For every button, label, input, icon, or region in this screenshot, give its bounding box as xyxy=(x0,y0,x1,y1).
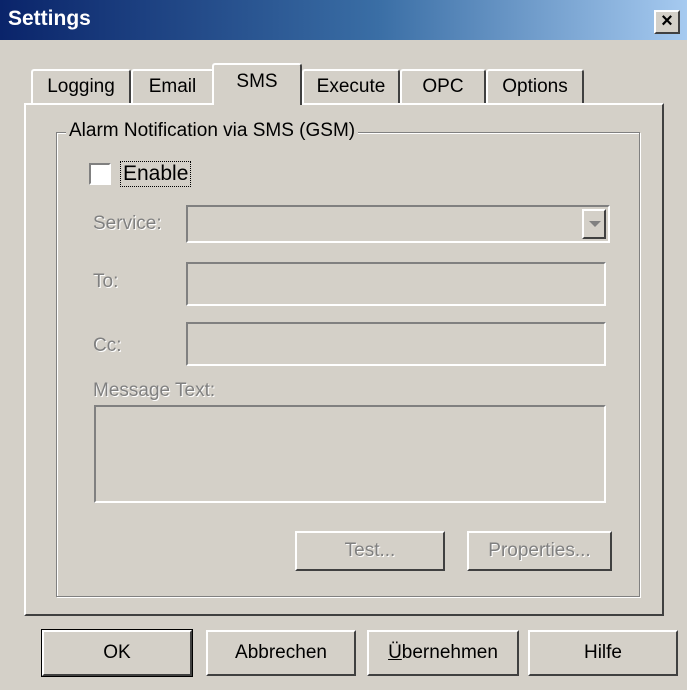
tab-sms[interactable]: SMS xyxy=(212,63,302,105)
tab-label: OPC xyxy=(422,76,464,97)
message-text-area[interactable] xyxy=(94,405,606,503)
properties-button-label: Properties... xyxy=(488,540,591,561)
chevron-down-icon xyxy=(589,221,601,227)
apply-button[interactable]: Übernehmen xyxy=(367,630,519,676)
service-dropdown-button[interactable] xyxy=(582,209,606,239)
help-button[interactable]: Hilfe xyxy=(528,630,678,676)
to-label: To: xyxy=(93,271,119,292)
apply-mnemonic: Ü xyxy=(388,642,402,663)
tab-label: SMS xyxy=(236,71,278,92)
ok-button-label: OK xyxy=(103,642,131,663)
cc-label: Cc: xyxy=(93,335,122,356)
message-text-label: Message Text: xyxy=(93,380,216,401)
tab-opc[interactable]: OPC xyxy=(400,69,486,105)
tab-logging[interactable]: Logging xyxy=(31,69,131,105)
title-bar: Settings × xyxy=(0,0,687,40)
groupbox-title: Alarm Notification via SMS (GSM) xyxy=(66,120,359,142)
properties-button[interactable]: Properties... xyxy=(467,531,612,571)
cancel-button[interactable]: Abbrechen xyxy=(206,630,356,676)
close-button[interactable]: × xyxy=(654,10,680,34)
service-select[interactable] xyxy=(186,205,610,243)
tab-label: Execute xyxy=(316,76,386,97)
service-label: Service: xyxy=(93,213,162,234)
cc-field[interactable] xyxy=(186,322,606,366)
tab-execute[interactable]: Execute xyxy=(302,69,400,105)
enable-label[interactable]: Enable xyxy=(120,161,192,187)
enable-checkbox[interactable] xyxy=(89,163,111,185)
close-icon: × xyxy=(661,10,673,32)
tab-label: Options xyxy=(502,76,568,97)
test-button[interactable]: Test... xyxy=(295,531,445,571)
tab-label: Logging xyxy=(47,76,115,97)
apply-button-label: bernehmen xyxy=(401,642,498,663)
tab-label: Email xyxy=(148,76,197,97)
ok-button[interactable]: OK xyxy=(41,629,193,677)
help-button-label: Hilfe xyxy=(583,642,622,663)
test-button-label: Test... xyxy=(344,540,396,561)
tab-options[interactable]: Options xyxy=(486,69,584,105)
window-title: Settings xyxy=(8,7,91,30)
cancel-button-label: Abbrechen xyxy=(235,642,327,663)
to-field[interactable] xyxy=(186,262,606,306)
tab-email[interactable]: Email xyxy=(131,69,214,105)
